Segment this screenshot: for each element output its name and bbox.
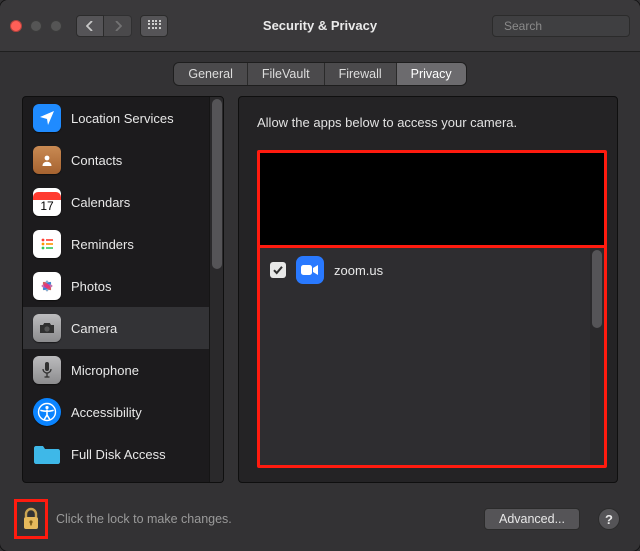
camera-icon	[33, 314, 61, 342]
sidebar-list: Location Services Contacts 17 Calendars	[23, 97, 209, 482]
search-field[interactable]	[492, 15, 630, 37]
sidebar-item-contacts[interactable]: Contacts	[23, 139, 209, 181]
microphone-icon	[33, 356, 61, 384]
zoom-app-icon	[296, 256, 324, 284]
footer-bar: Click the lock to make changes. Advanced…	[0, 493, 640, 551]
traffic-lights	[10, 20, 62, 32]
tab-filevault[interactable]: FileVault	[248, 63, 325, 85]
sidebar-item-label: Location Services	[71, 111, 174, 126]
tab-bar: General FileVault Firewall Privacy	[0, 52, 640, 96]
zoom-window-button[interactable]	[50, 20, 62, 32]
sidebar-item-location[interactable]: Location Services	[23, 97, 209, 139]
folder-icon	[33, 440, 61, 468]
sidebar-item-label: Microphone	[71, 363, 139, 378]
sidebar-scrollbar-thumb[interactable]	[212, 99, 222, 269]
content-area: Location Services Contacts 17 Calendars	[0, 96, 640, 493]
calendar-icon: 17	[33, 188, 61, 216]
minimize-window-button[interactable]	[30, 20, 42, 32]
apps-scrollbar-thumb[interactable]	[592, 250, 602, 328]
sidebar-item-label: Camera	[71, 321, 117, 336]
sidebar-item-camera[interactable]: Camera	[23, 307, 209, 349]
forward-button[interactable]	[104, 15, 132, 37]
search-input[interactable]	[504, 19, 640, 33]
sidebar-item-photos[interactable]: Photos	[23, 265, 209, 307]
reminders-icon	[33, 230, 61, 258]
sidebar-item-accessibility[interactable]: Accessibility	[23, 391, 209, 433]
advanced-button[interactable]: Advanced...	[484, 508, 580, 530]
chevron-right-icon	[114, 21, 122, 31]
tab-privacy[interactable]: Privacy	[397, 63, 466, 85]
sidebar-item-calendars[interactable]: 17 Calendars	[23, 181, 209, 223]
main-panel: Allow the apps below to access your came…	[238, 96, 618, 483]
sidebar-item-label: Reminders	[71, 237, 134, 252]
accessibility-icon	[33, 398, 61, 426]
main-heading: Allow the apps below to access your came…	[257, 115, 607, 130]
privacy-category-sidebar: Location Services Contacts 17 Calendars	[22, 96, 224, 483]
sidebar-scrollbar[interactable]	[209, 97, 223, 482]
sidebar-item-label: Full Disk Access	[71, 447, 166, 462]
lock-hint-text: Click the lock to make changes.	[56, 512, 232, 526]
chevron-left-icon	[86, 21, 94, 31]
app-name-label: zoom.us	[334, 263, 383, 278]
tab-firewall[interactable]: Firewall	[325, 63, 397, 85]
photos-icon	[33, 272, 61, 300]
sidebar-item-label: Calendars	[71, 195, 130, 210]
app-row-zoom[interactable]: zoom.us	[260, 248, 590, 292]
window-toolbar: Security & Privacy	[0, 0, 640, 52]
help-button[interactable]: ?	[598, 508, 620, 530]
location-icon	[33, 104, 61, 132]
tab-general[interactable]: General	[174, 63, 247, 85]
sidebar-item-label: Accessibility	[71, 405, 142, 420]
apps-scrollbar[interactable]	[590, 248, 604, 465]
grid-icon	[148, 20, 160, 32]
nav-group	[76, 15, 132, 37]
back-button[interactable]	[76, 15, 104, 37]
redacted-region	[260, 153, 604, 248]
sidebar-item-label: Contacts	[71, 153, 122, 168]
lock-highlight-box	[14, 499, 48, 539]
close-window-button[interactable]	[10, 20, 22, 32]
app-checkbox[interactable]	[270, 262, 286, 278]
show-all-button[interactable]	[140, 15, 168, 37]
apps-highlight-box: zoom.us	[257, 150, 607, 468]
sidebar-item-label: Photos	[71, 279, 111, 294]
contacts-icon	[33, 146, 61, 174]
apps-list: zoom.us	[260, 248, 590, 465]
sidebar-item-microphone[interactable]: Microphone	[23, 349, 209, 391]
sidebar-item-reminders[interactable]: Reminders	[23, 223, 209, 265]
security-privacy-window: Security & Privacy General FileVault Fir…	[0, 0, 640, 551]
sidebar-item-fulldisk[interactable]: Full Disk Access	[23, 433, 209, 475]
lock-icon[interactable]	[21, 507, 41, 531]
